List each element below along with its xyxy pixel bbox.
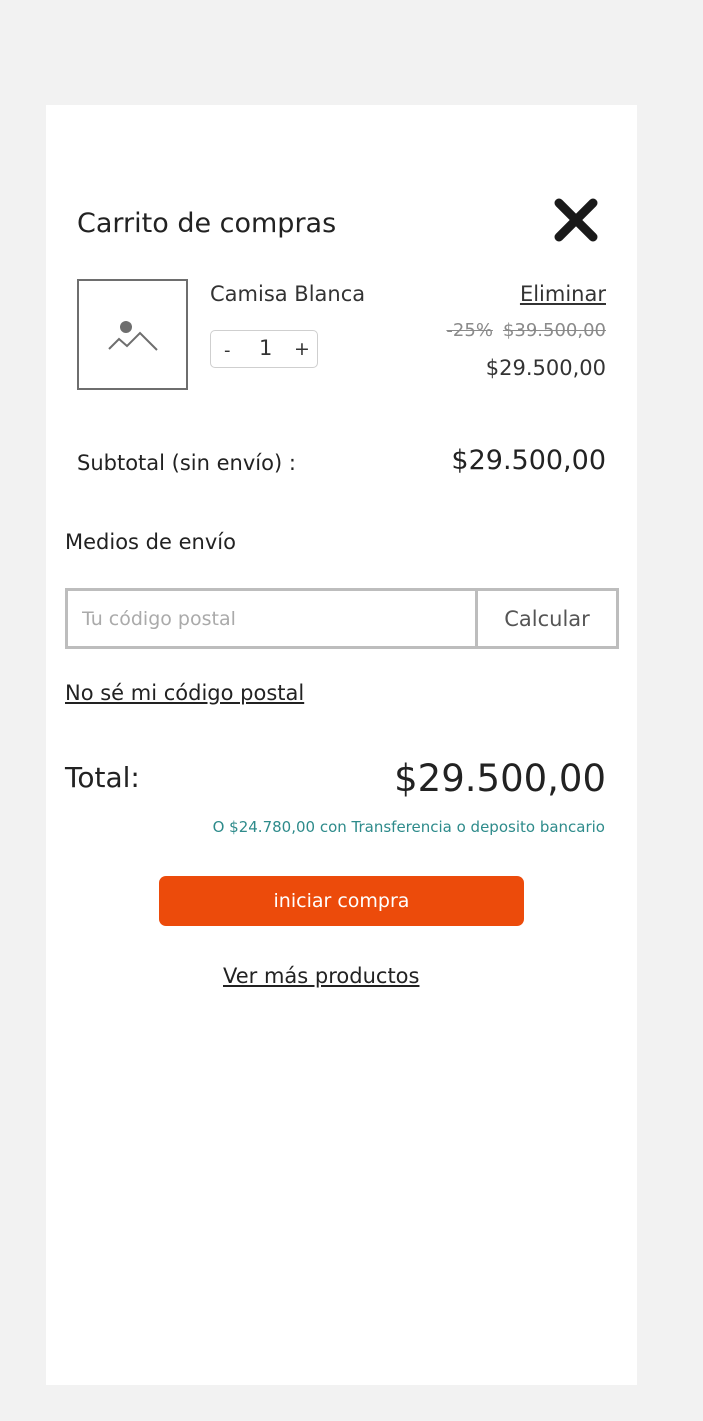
original-price: $39.500,00 <box>502 320 606 341</box>
calculate-button[interactable]: Calcular <box>475 591 616 646</box>
more-products-link[interactable]: Ver más productos <box>223 964 419 988</box>
cart-title: Carrito de compras <box>77 208 337 239</box>
qty-increase-button[interactable]: + <box>294 338 310 360</box>
old-price-group: -25% $39.500,00 <box>446 320 606 341</box>
cart-panel: Carrito de compras Camisa Blanca - 1 + E… <box>46 105 637 1385</box>
image-placeholder-icon <box>108 321 158 351</box>
remove-item-link[interactable]: Eliminar <box>520 282 606 306</box>
checkout-button[interactable]: iniciar compra <box>159 876 524 926</box>
total-value: $29.500,00 <box>394 757 606 800</box>
subtotal-value: $29.500,00 <box>451 445 606 476</box>
product-image <box>77 279 188 390</box>
unknown-postal-code-link[interactable]: No sé mi código postal <box>65 681 304 705</box>
total-label: Total: <box>65 761 140 794</box>
discount-badge: -25% <box>446 320 493 341</box>
shipping-title: Medios de envío <box>65 530 236 554</box>
close-icon <box>554 198 598 242</box>
subtotal-label: Subtotal (sin envío) : <box>77 451 296 475</box>
close-button[interactable] <box>551 195 601 245</box>
transfer-discount-note: O $24.780,00 con Transferencia o deposit… <box>212 818 605 836</box>
postal-code-input[interactable] <box>68 591 475 646</box>
quantity-stepper: - 1 + <box>210 330 318 368</box>
item-price: $29.500,00 <box>485 356 606 380</box>
qty-decrease-button[interactable]: - <box>224 340 231 361</box>
postal-code-form: Calcular <box>65 588 619 649</box>
product-name: Camisa Blanca <box>210 282 366 306</box>
qty-value[interactable]: 1 <box>259 336 272 360</box>
